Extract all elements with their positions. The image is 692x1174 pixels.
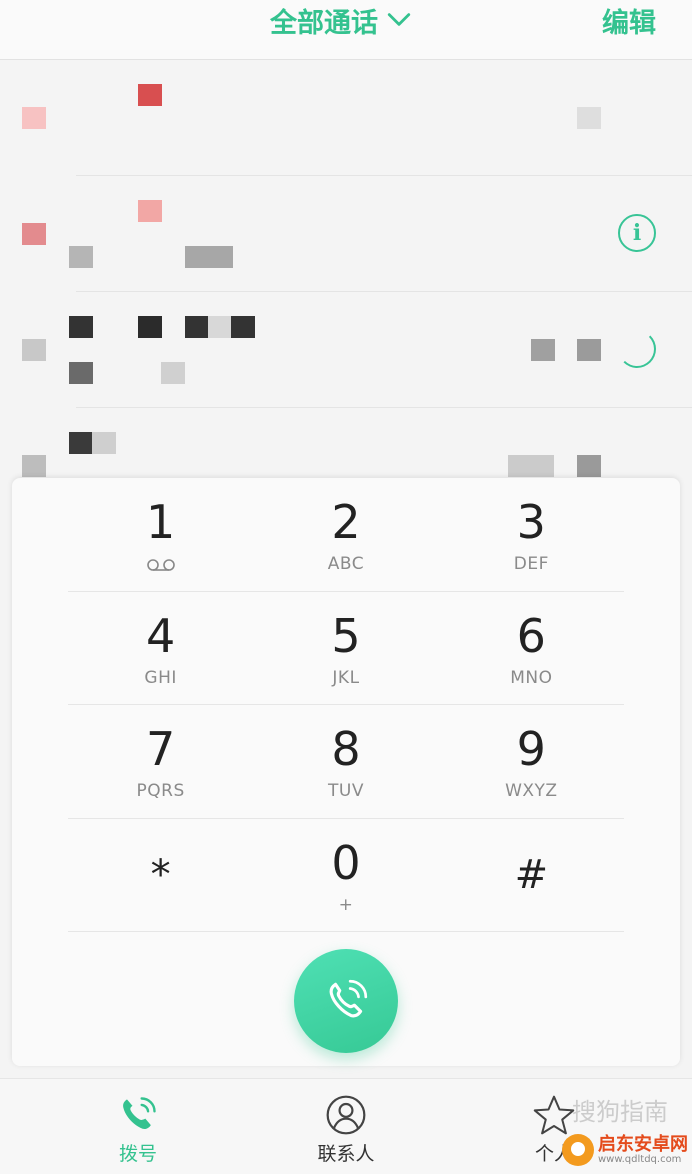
info-icon[interactable] — [618, 330, 656, 368]
obscured-time — [577, 107, 601, 129]
site-logo: 启东安卓网 www.qdltdq.com — [562, 1130, 688, 1170]
key-letters: PQRS — [136, 781, 185, 801]
key-letters: GHI — [144, 667, 177, 688]
dialpad-row: 4 GHI 5 JKL 6 MNO — [68, 592, 624, 705]
watermark-text: 搜狗指南 — [572, 1098, 668, 1126]
key-3[interactable]: 3 DEF — [439, 478, 624, 591]
phone-icon — [329, 979, 368, 1018]
key-letters: + — [338, 894, 354, 915]
dialpad-keys: 1 2 ABC 3 DEF 4 GHI 5 JKL 6 MNO 7 PQRS 8… — [68, 478, 624, 932]
key-0[interactable]: 0 + — [253, 819, 438, 932]
key-letters: ABC — [327, 554, 365, 574]
obscured-name — [92, 432, 116, 454]
dialpad-row: * 0 + # — [68, 819, 624, 932]
obscured-time — [577, 339, 601, 361]
chevron-down-icon — [387, 13, 411, 26]
obscured-detail — [69, 362, 93, 384]
obscured-name — [231, 316, 255, 338]
phone-icon — [123, 1097, 156, 1129]
dialpad-row: 1 2 ABC 3 DEF — [68, 478, 624, 592]
logo-text-group: 启东安卓网 www.qdltdq.com — [598, 1133, 688, 1165]
key-digit: 1 — [146, 495, 176, 549]
key-2[interactable]: 2 ABC — [253, 478, 438, 591]
key-letters: DEF — [513, 554, 549, 574]
call-log-list: i — [0, 60, 692, 480]
obscured-detail — [69, 246, 93, 268]
key-9[interactable]: 9 WXYZ — [439, 705, 624, 818]
key-7[interactable]: 7 PQRS — [68, 705, 253, 818]
top-bar: 全部通话 编辑 — [0, 0, 692, 60]
key-star[interactable]: * — [68, 819, 253, 932]
key-digit: 4 — [146, 608, 176, 663]
nav-contacts[interactable]: 联系人 — [276, 1079, 416, 1174]
call-log-row[interactable] — [0, 408, 692, 480]
obscured-time — [508, 455, 554, 477]
call-filter-dropdown[interactable]: 全部通话 — [270, 0, 412, 40]
key-letters: TUV — [328, 781, 364, 801]
key-1[interactable]: 1 — [68, 478, 253, 591]
key-digit: 8 — [331, 722, 361, 776]
dialpad: 1 2 ABC 3 DEF 4 GHI 5 JKL 6 MNO 7 PQRS 8… — [12, 478, 680, 1066]
logo-url: www.qdltdq.com — [598, 1153, 682, 1165]
avatar — [22, 107, 46, 129]
key-letters: WXYZ — [505, 781, 558, 801]
avatar — [22, 339, 46, 361]
key-digit: 3 — [516, 495, 546, 549]
obscured-time — [531, 339, 555, 361]
key-digit: 0 — [331, 835, 361, 890]
voicemail-icon — [146, 559, 175, 571]
key-letters: JKL — [332, 667, 360, 688]
dialpad-row: 7 PQRS 8 TUV 9 WXYZ — [68, 705, 624, 819]
nav-dial[interactable]: 拨号 — [68, 1079, 208, 1174]
obscured-name — [69, 432, 93, 454]
obscured-detail — [185, 246, 233, 268]
contacts-icon — [326, 1095, 366, 1135]
obscured-detail — [161, 362, 185, 384]
obscured-time — [577, 455, 601, 477]
avatar — [22, 455, 46, 477]
key-digit: 2 — [331, 495, 361, 549]
key-digit: * — [150, 851, 171, 898]
call-button[interactable] — [294, 949, 398, 1053]
obscured-name — [185, 316, 209, 338]
nav-label: 联系人 — [317, 1143, 375, 1165]
call-log-row[interactable]: i — [0, 176, 692, 292]
key-letters: MNO — [510, 667, 553, 688]
info-icon[interactable]: i — [618, 214, 656, 252]
avatar — [22, 223, 46, 245]
key-5[interactable]: 5 JKL — [253, 592, 438, 705]
call-log-row[interactable] — [0, 60, 692, 176]
obscured-name — [138, 200, 162, 222]
key-6[interactable]: 6 MNO — [439, 592, 624, 705]
call-filter-label: 全部通话 — [270, 7, 378, 39]
call-log-row[interactable] — [0, 292, 692, 408]
key-digit: 9 — [516, 722, 546, 776]
key-hash[interactable]: # — [439, 819, 624, 932]
logo-name: 启东安卓网 — [598, 1133, 688, 1155]
key-4[interactable]: 4 GHI — [68, 592, 253, 705]
obscured-name — [208, 316, 232, 338]
key-8[interactable]: 8 TUV — [253, 705, 438, 818]
edit-button[interactable]: 编辑 — [602, 0, 656, 40]
key-digit: 7 — [146, 722, 176, 776]
obscured-name — [69, 316, 93, 338]
logo-icon — [562, 1134, 594, 1166]
key-digit: 5 — [331, 608, 361, 663]
key-digit: # — [514, 851, 549, 898]
key-digit: 6 — [516, 608, 546, 663]
nav-label: 拨号 — [118, 1143, 157, 1165]
obscured-name — [138, 84, 162, 106]
obscured-name — [138, 316, 162, 338]
